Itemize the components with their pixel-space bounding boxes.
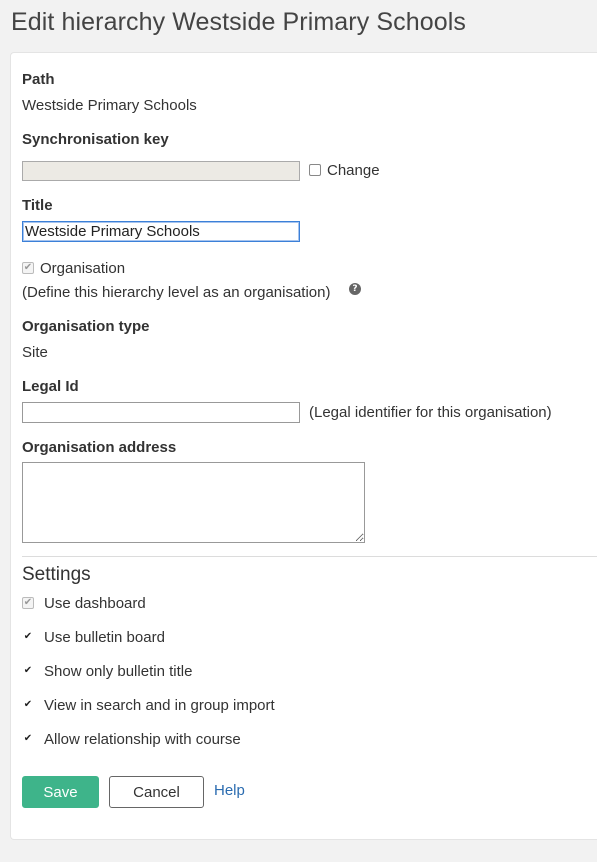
help-link[interactable]: Help [214, 782, 245, 799]
org-address-textarea[interactable] [22, 462, 365, 543]
org-type-value: Site [22, 344, 48, 361]
save-button[interactable]: Save [22, 776, 99, 808]
use-dashboard-label: Use dashboard [44, 595, 146, 612]
use-bulletin-board-checkbox[interactable] [22, 631, 34, 643]
show-only-bulletin-title-label: Show only bulletin title [44, 663, 193, 680]
path-label: Path [22, 71, 55, 88]
title-input[interactable] [22, 221, 300, 242]
section-divider [22, 556, 597, 557]
organisation-checkbox [22, 262, 34, 274]
allow-relationship-checkbox[interactable] [22, 733, 34, 745]
org-type-label: Organisation type [22, 318, 150, 335]
legal-id-label: Legal Id [22, 378, 79, 395]
organisation-label: Organisation [40, 260, 126, 277]
use-bulletin-board-label: Use bulletin board [44, 629, 165, 646]
title-label: Title [22, 197, 53, 214]
view-in-search-checkbox[interactable] [22, 699, 34, 711]
question-circle-icon[interactable]: ? [349, 283, 361, 295]
org-address-label: Organisation address [22, 439, 177, 456]
path-value: Westside Primary Schools [22, 97, 197, 114]
use-dashboard-checkbox [22, 597, 34, 609]
show-only-bulletin-title-checkbox[interactable] [22, 665, 34, 677]
organisation-hint: (Define this hierarchy level as an organ… [22, 284, 331, 301]
allow-relationship-label: Allow relationship with course [44, 731, 241, 748]
change-label: Change [327, 162, 380, 179]
settings-heading: Settings [22, 564, 91, 585]
edit-hierarchy-form: Path Westside Primary Schools Synchronis… [10, 52, 597, 840]
legal-id-input[interactable] [22, 402, 300, 423]
cancel-button[interactable]: Cancel [109, 776, 204, 808]
change-checkbox[interactable] [309, 164, 321, 176]
view-in-search-label: View in search and in group import [44, 697, 275, 714]
sync-key-input[interactable] [22, 161, 300, 181]
sync-key-label: Synchronisation key [22, 131, 169, 148]
page-title: Edit hierarchy Westside Primary Schools [11, 8, 466, 36]
legal-id-hint: (Legal identifier for this organisation) [309, 404, 552, 421]
